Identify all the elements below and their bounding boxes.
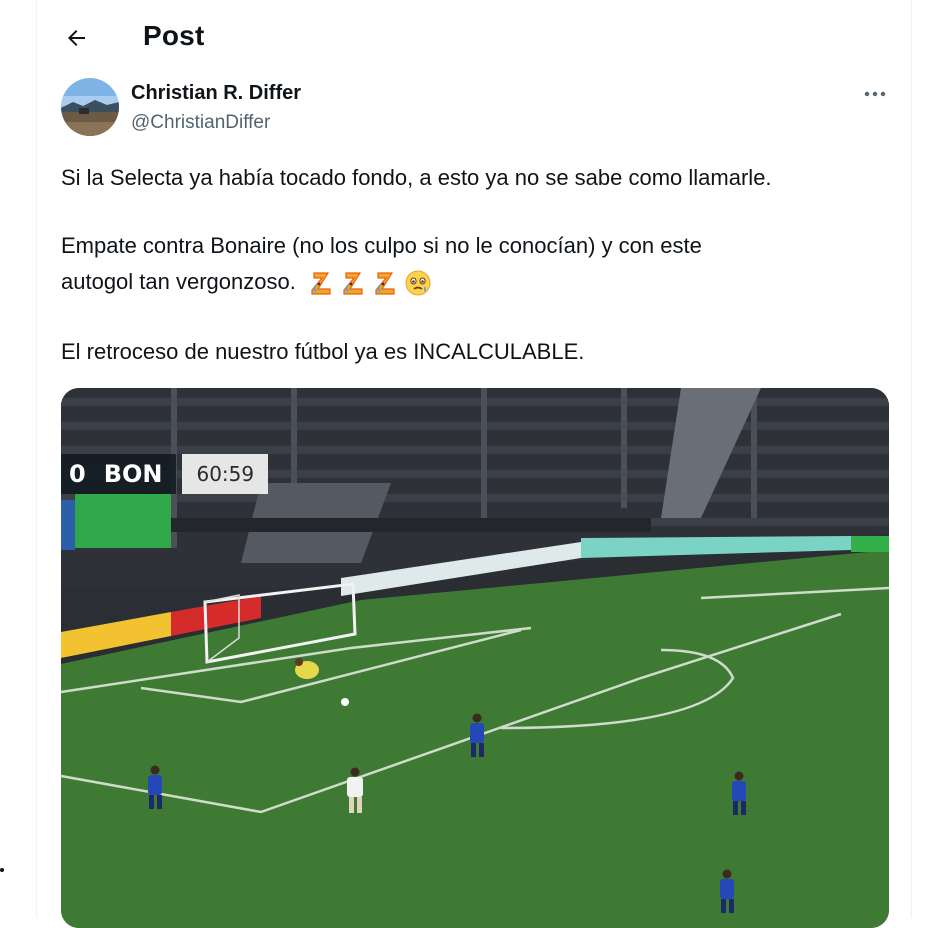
- author-avatar[interactable]: [61, 78, 119, 136]
- more-options-button[interactable]: [855, 80, 895, 108]
- author-handle[interactable]: @ChristianDiffer: [131, 112, 270, 134]
- crying-face-emoji-icon: [372, 269, 400, 297]
- author-name[interactable]: Christian R. Differ: [131, 82, 301, 105]
- crying-face-emoji-icon: [340, 269, 368, 297]
- arrow-left-icon: [68, 30, 85, 46]
- emoji-group: [308, 269, 432, 297]
- post-column: Post Christian R. Differ @ChristianDiffe…: [36, 0, 913, 928]
- scoreboard-team-block: 0 BON: [61, 454, 177, 494]
- post-header: Post: [37, 0, 913, 76]
- page-title: Post: [143, 20, 205, 51]
- match-clock: 60:59: [182, 454, 269, 494]
- score-value: 0: [69, 460, 86, 488]
- post-text-paragraph: El retroceso de nuestro fútbol ya es INC…: [61, 339, 585, 364]
- more-horizontal-icon: [864, 91, 886, 97]
- post-text-line: autogol tan vergonzoso.: [61, 264, 901, 300]
- post-text-line: Empate contra Bonaire (no los culpo si n…: [61, 233, 702, 258]
- crying-face-emoji-icon: [308, 269, 336, 297]
- scoreboard: 0 BON 60:59: [61, 454, 269, 494]
- post-text-paragraph: Si la Selecta ya había tocado fondo, a e…: [61, 165, 772, 190]
- post-video[interactable]: 0 BON 60:59: [61, 388, 889, 928]
- team-abbreviation: BON: [103, 460, 163, 488]
- post-text-fragment: autogol tan vergonzoso.: [61, 269, 296, 294]
- page-edge-dot: [0, 868, 4, 872]
- face-holding-back-tears-emoji-icon: [404, 269, 432, 297]
- post-text-paragraph: Empate contra Bonaire (no los culpo si n…: [61, 228, 901, 300]
- back-button[interactable]: [57, 18, 97, 58]
